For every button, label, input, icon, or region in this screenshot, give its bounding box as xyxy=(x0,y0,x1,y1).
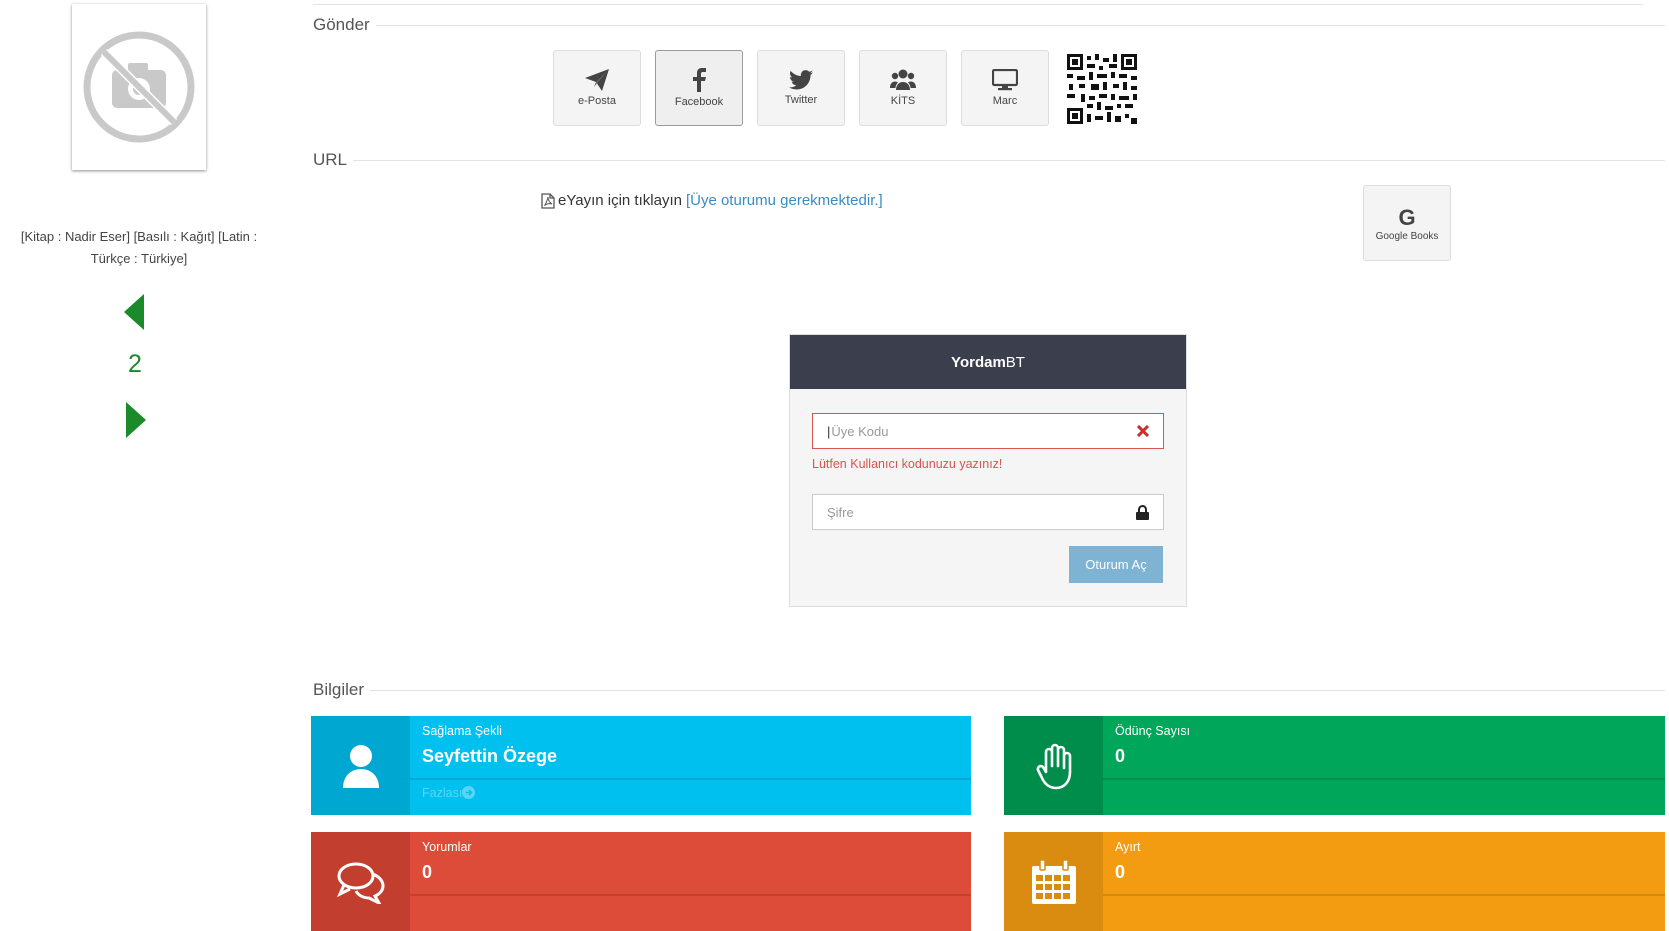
loan-count-title: Ödünç Sayısı xyxy=(1115,724,1191,738)
share-email-label: e-Posta xyxy=(578,95,616,107)
share-marc-label: Marc xyxy=(992,95,1018,107)
users-icon xyxy=(890,69,916,90)
user-icon xyxy=(342,744,379,788)
member-code-placeholder: Üye Kodu xyxy=(831,423,889,439)
google-books-label: Google Books xyxy=(1375,230,1439,242)
qr-code xyxy=(1067,54,1137,124)
share-kits-button[interactable]: KİTS xyxy=(859,50,947,126)
comments-value: 0 xyxy=(422,862,433,882)
comments-title: Yorumlar xyxy=(422,840,472,854)
share-facebook-button[interactable]: Facebook xyxy=(655,50,743,126)
next-record-button[interactable] xyxy=(124,402,146,443)
member-code-input[interactable]: | Üye Kodu xyxy=(812,413,1164,449)
calendar-icon xyxy=(1031,858,1076,904)
login-button[interactable]: Oturum Aç xyxy=(1069,546,1163,583)
triangle-right-icon xyxy=(126,402,146,438)
share-facebook-label: Facebook xyxy=(674,96,724,108)
reserve-title: Ayırt xyxy=(1115,840,1141,854)
google-icon: G xyxy=(1398,204,1416,230)
top-divider xyxy=(313,4,1643,5)
info-fieldset-line xyxy=(313,690,1665,691)
loan-count-value: 0 xyxy=(1115,746,1126,766)
reserve-value: 0 xyxy=(1115,862,1126,882)
hand-icon xyxy=(1036,743,1071,789)
share-twitter-button[interactable]: Twitter xyxy=(757,50,845,126)
password-input[interactable]: Şifre xyxy=(812,494,1164,530)
more-link[interactable]: Fazlası xyxy=(422,786,476,800)
monitor-icon xyxy=(992,69,1018,91)
record-format-info: [Kitap : Nadir Eser] [Basılı : Kağıt] [L… xyxy=(20,229,258,266)
url-fieldset-line xyxy=(313,160,1665,161)
paper-plane-icon xyxy=(585,69,609,91)
close-icon xyxy=(1137,425,1149,437)
twitter-icon xyxy=(789,70,813,90)
login-panel: Yordam BT | Üye Kodu Lütfen Kullanıcı kod… xyxy=(789,334,1187,607)
share-fieldset-line xyxy=(313,25,1665,26)
share-marc-button[interactable]: Marc xyxy=(961,50,1049,126)
info-box-provision: Sağlama Şekli Seyfettin Özege Fazlası xyxy=(311,716,971,815)
page-number: 2 xyxy=(128,350,142,378)
brand-rest: BT xyxy=(1005,353,1025,371)
no-image-icon xyxy=(83,31,195,143)
password-placeholder: Şifre xyxy=(827,504,854,520)
share-legend: Gönder xyxy=(313,15,376,35)
info-legend: Bilgiler xyxy=(313,680,371,700)
info-box-reserve: Ayırt 0 xyxy=(1004,832,1665,931)
triangle-left-icon xyxy=(124,294,144,330)
brand-bold: Yordam xyxy=(951,353,1006,371)
qr-code-icon xyxy=(1067,54,1137,124)
share-twitter-label: Twitter xyxy=(784,94,818,106)
lock-icon xyxy=(1136,504,1149,520)
arrow-circle-right-icon xyxy=(462,786,476,799)
login-header: Yordam BT xyxy=(790,335,1186,389)
facebook-icon xyxy=(693,68,706,92)
member-login-required-link[interactable]: [Üye oturumu gerekmektedir.] xyxy=(686,192,883,209)
eyayin-text: eYayın için tıklayın xyxy=(558,192,682,209)
member-code-error: Lütfen Kullanıcı kodunuzu yazınız! xyxy=(812,457,1003,471)
share-kits-label: KİTS xyxy=(890,95,916,107)
provision-value: Seyfettin Özege xyxy=(422,746,558,766)
info-box-comments: Yorumlar 0 xyxy=(311,832,971,931)
pdf-file-icon xyxy=(541,192,555,209)
cover-image xyxy=(72,4,206,170)
eyayin-row: eYayın için tıklayın [Üye oturumu gerekm… xyxy=(541,192,883,209)
google-books-button[interactable]: G Google Books xyxy=(1363,185,1451,261)
comments-icon xyxy=(336,862,385,904)
url-legend: URL xyxy=(313,150,354,170)
info-box-loan-count: Ödünç Sayısı 0 xyxy=(1004,716,1665,815)
provision-title: Sağlama Şekli xyxy=(422,724,502,738)
share-email-button[interactable]: e-Posta xyxy=(553,50,641,126)
previous-record-button[interactable] xyxy=(124,294,146,335)
